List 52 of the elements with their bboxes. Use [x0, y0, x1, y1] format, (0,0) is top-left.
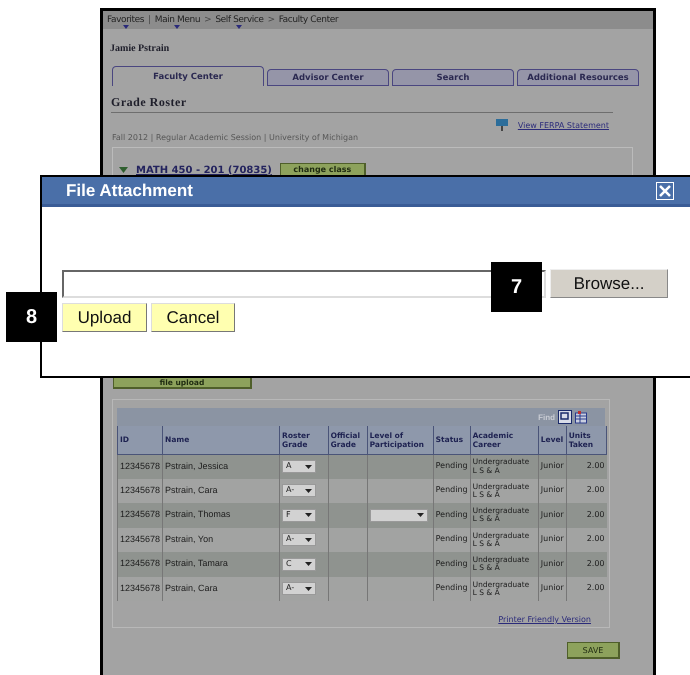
caret-icon[interactable] [236, 25, 242, 29]
table-cell: Junior [538, 576, 566, 601]
course-link[interactable]: MATH 450 - 201 (70835) [136, 164, 272, 176]
caret-icon[interactable] [174, 25, 180, 29]
browse-button[interactable]: Browse... [550, 269, 668, 298]
expand-triangle-icon[interactable] [119, 167, 128, 173]
caret-icon [305, 464, 312, 468]
tab[interactable]: Faculty Center [112, 66, 264, 86]
step-callout: 8 [6, 292, 57, 342]
caret-icon [305, 562, 312, 566]
user-name: Jamie Pstrain [110, 43, 170, 54]
grade-dropdown[interactable]: A- [282, 533, 316, 546]
printer-friendly-link[interactable]: Printer Friendly Version [498, 615, 591, 624]
breadcrumb-link[interactable]: Faculty Center [278, 15, 338, 25]
tab[interactable]: Advisor Center [267, 69, 389, 86]
table-cell: 12345678 [118, 576, 163, 601]
grade-dropdown[interactable]: F [282, 508, 316, 522]
table-cell: 2.00 [566, 576, 606, 601]
grade-dropdown[interactable]: A- [282, 484, 316, 498]
grade-dropdown[interactable]: A- [282, 582, 316, 596]
caret-icon [416, 513, 424, 518]
zoom-grid-icon[interactable] [558, 410, 572, 424]
grade-dropdown[interactable]: A [282, 460, 316, 473]
caret-icon [305, 586, 312, 591]
caret-icon [305, 488, 312, 493]
step-callout: 7 [491, 262, 542, 312]
caret-icon[interactable] [122, 25, 129, 29]
term-info: Fall 2012 | Regular Academic Session | University of Michigan [112, 133, 358, 142]
file-path-field[interactable] [62, 270, 546, 298]
breadcrumb-link[interactable]: Self Service [215, 15, 264, 25]
grade-dropdown[interactable]: C [282, 558, 316, 571]
table-cell: Pending [433, 576, 470, 601]
breadcrumb-link[interactable]: Favorites [107, 15, 144, 25]
participation-dropdown[interactable] [370, 508, 428, 522]
sign-icon [496, 119, 508, 131]
breadcrumb-separator: > [204, 15, 212, 25]
breadcrumb-separator: | [148, 15, 151, 25]
dialog-button[interactable]: Cancel [151, 303, 235, 332]
tab[interactable]: Search [392, 69, 514, 86]
dialog-title: File Attachment [66, 180, 193, 200]
breadcrumb-separator: > [268, 15, 275, 25]
dialog-button[interactable]: Upload [62, 303, 147, 332]
breadcrumb-link[interactable]: Main Menu [154, 15, 200, 25]
download-grid-icon[interactable] [575, 410, 587, 424]
page-title: Grade Roster [111, 95, 187, 110]
caret-icon [305, 538, 312, 542]
table-cell: Pstrain, Cara [162, 576, 280, 601]
save-button[interactable]: SAVE [567, 642, 620, 659]
close-button[interactable] [656, 182, 674, 200]
tab[interactable]: Additional Resources [517, 69, 639, 86]
ferpa-link[interactable]: View FERPA Statement [518, 120, 609, 130]
caret-icon [305, 513, 312, 518]
